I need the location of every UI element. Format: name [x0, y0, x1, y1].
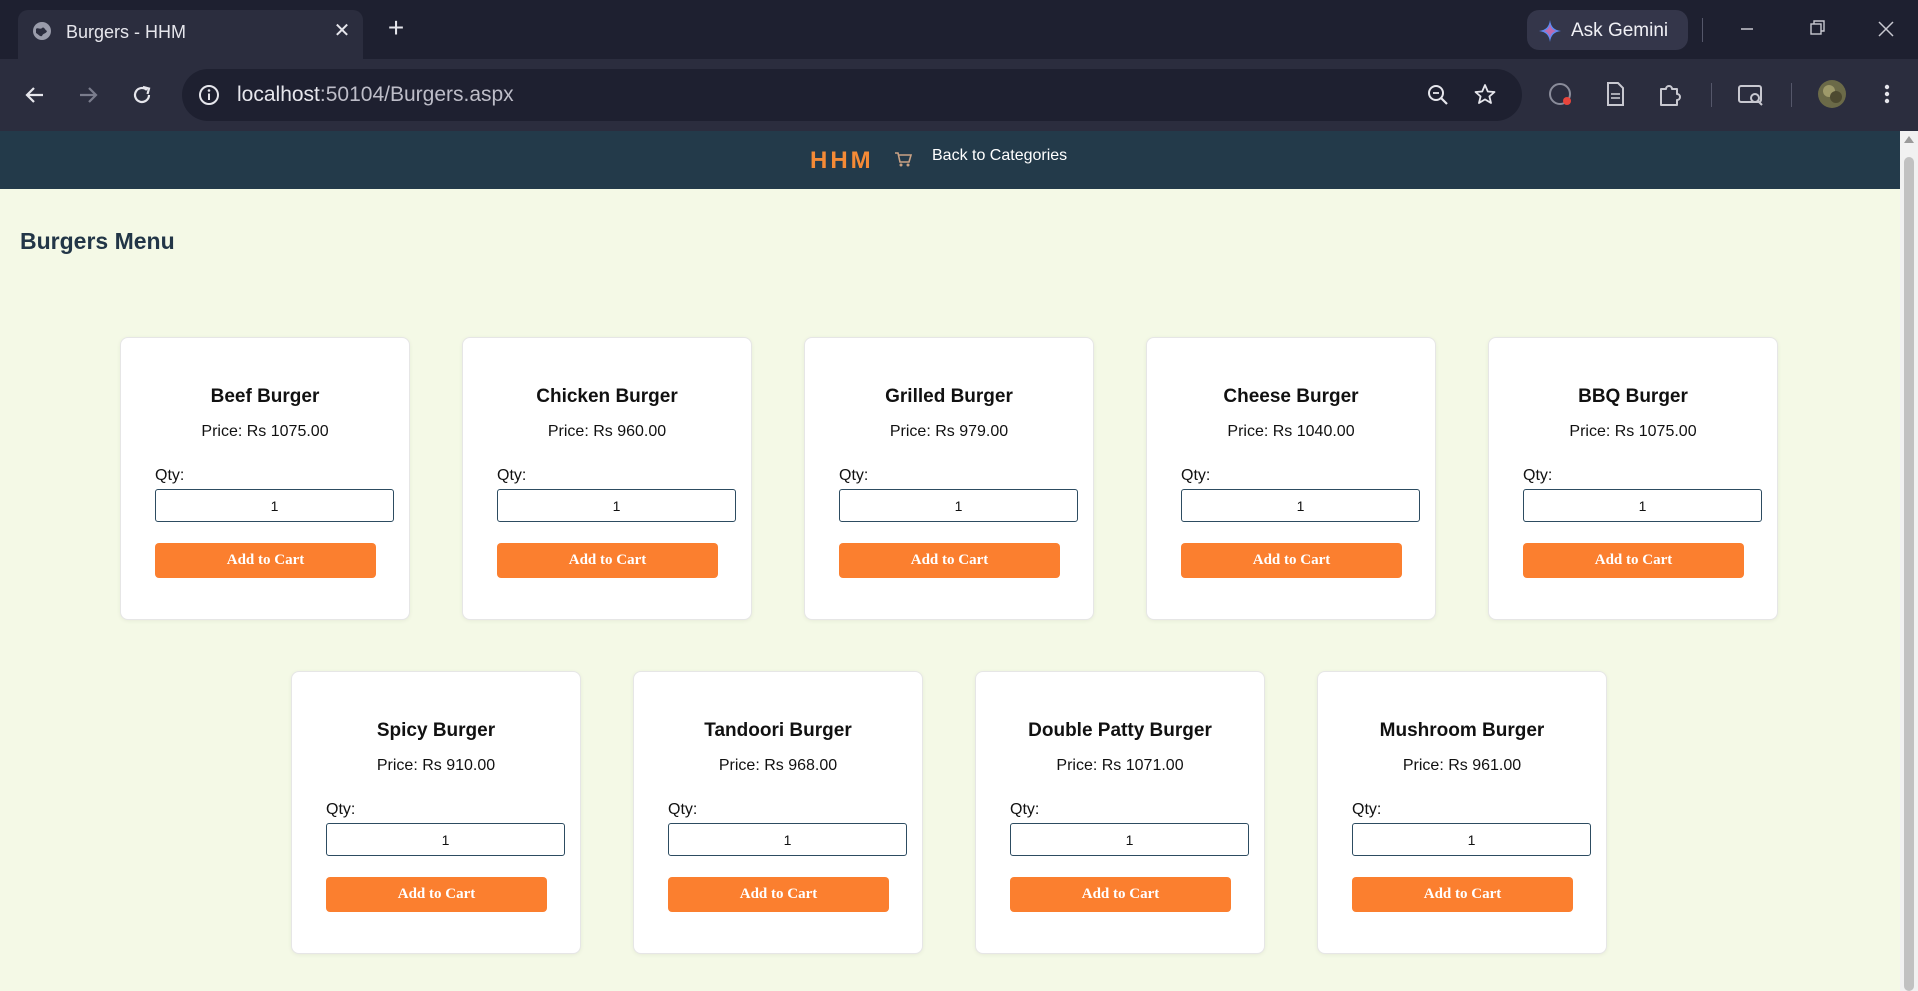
menu-card: Double Patty Burger Price: Rs 1071.00 Qty:…: [975, 671, 1265, 954]
item-price: Price: Rs 1075.00: [201, 423, 329, 440]
zoom-icon[interactable]: [1424, 81, 1452, 109]
item-name: Tandoori Burger: [704, 720, 852, 741]
close-window-icon[interactable]: [1866, 12, 1906, 46]
extensions-puzzle-icon[interactable]: [1653, 77, 1687, 111]
item-name: Cheese Burger: [1223, 386, 1359, 407]
qty-input[interactable]: [155, 489, 394, 522]
qty-input[interactable]: [668, 823, 907, 856]
profile-avatar-icon[interactable]: [1815, 77, 1849, 111]
ask-gemini-button[interactable]: Ask Gemini: [1527, 10, 1688, 50]
url-host: localhost: [237, 83, 320, 106]
tab-close-icon[interactable]: ✕: [329, 18, 355, 44]
qty-input[interactable]: [1352, 823, 1591, 856]
menu-card: Chicken Burger Price: Rs 960.00 Qty: Add to…: [462, 337, 752, 620]
more-menu-icon[interactable]: [1870, 77, 1904, 111]
menu-card: BBQ Burger Price: Rs 1075.00 Qty: Add to Ca…: [1488, 337, 1778, 620]
add-to-cart-button[interactable]: Add to Cart: [326, 877, 547, 912]
qty-label: Qty:: [1523, 467, 1553, 484]
brand-logo[interactable]: HHM: [810, 147, 874, 175]
url-text[interactable]: localhost:50104/Burgers.aspx: [237, 83, 514, 107]
item-price: Price: Rs 968.00: [718, 757, 838, 774]
qty-label: Qty:: [1010, 801, 1040, 818]
back-to-categories-link[interactable]: Back to Categories: [932, 146, 1067, 166]
item-price: Price: Rs 979.00: [889, 423, 1009, 440]
item-price: Price: Rs 961.00: [1402, 757, 1522, 774]
add-to-cart-button[interactable]: Add to Cart: [1010, 877, 1231, 912]
qty-label: Qty:: [1181, 467, 1211, 484]
add-to-cart-button[interactable]: Add to Cart: [1181, 543, 1402, 578]
item-price: Price: Rs 1071.00: [1056, 757, 1184, 774]
item-name: Grilled Burger: [885, 386, 1013, 407]
qty-input[interactable]: [497, 489, 736, 522]
item-name: Beef Burger: [210, 386, 320, 407]
toolbar-divider: [1711, 83, 1712, 107]
item-name: Chicken Burger: [536, 386, 678, 407]
add-to-cart-button[interactable]: Add to Cart: [668, 877, 889, 912]
site-navbar: HHM Back to Categories: [0, 131, 1900, 189]
browser-toolbar: localhost:50104/Burgers.aspx: [0, 59, 1918, 131]
scroll-thumb[interactable]: [1904, 157, 1914, 991]
qty-label: Qty:: [668, 801, 698, 818]
tabstrip-divider: [1702, 18, 1703, 42]
toolbar-divider: [1791, 83, 1792, 107]
add-to-cart-button[interactable]: Add to Cart: [497, 543, 718, 578]
restore-icon[interactable]: [1797, 12, 1837, 46]
address-bar[interactable]: localhost:50104/Burgers.aspx: [182, 69, 1522, 121]
document-icon[interactable]: [1598, 77, 1632, 111]
qty-input[interactable]: [1010, 823, 1249, 856]
bookmark-star-icon[interactable]: [1471, 81, 1499, 109]
item-price: Price: Rs 960.00: [547, 423, 667, 440]
page-title: Burgers Menu: [20, 228, 175, 254]
item-price: Price: Rs 910.00: [376, 757, 496, 774]
gemini-sparkle-icon: [1539, 20, 1561, 42]
menu-card: Mushroom Burger Price: Rs 961.00 Qty: Add t…: [1317, 671, 1607, 954]
add-to-cart-button[interactable]: Add to Cart: [839, 543, 1060, 578]
scrollbar[interactable]: [1900, 131, 1918, 991]
menu-card: Cheese Burger Price: Rs 1040.00 Qty: Add to…: [1146, 337, 1436, 620]
minimize-icon[interactable]: [1727, 12, 1767, 46]
qty-label: Qty:: [1352, 801, 1382, 818]
menu-card: Spicy Burger Price: Rs 910.00 Qty: Add to C…: [291, 671, 581, 954]
reload-icon[interactable]: [123, 76, 161, 114]
qty-input[interactable]: [839, 489, 1078, 522]
globe-icon: [33, 22, 51, 40]
item-name: Double Patty Burger: [1028, 720, 1212, 741]
browser-tabstrip: Burgers - HHM ✕ + Ask Gemini: [0, 0, 1918, 59]
forward-arrow-icon[interactable]: [69, 76, 107, 114]
add-to-cart-button[interactable]: Add to Cart: [1352, 877, 1573, 912]
qty-label: Qty:: [326, 801, 356, 818]
tab-title: Burgers - HHM: [66, 22, 187, 42]
item-price: Price: Rs 1040.00: [1227, 423, 1355, 440]
menu-card: Beef Burger Price: Rs 1075.00 Qty: Add to C…: [120, 337, 410, 620]
url-path: :50104/Burgers.aspx: [319, 83, 514, 106]
menu-card: Grilled Burger Price: Rs 979.00 Qty: Add to…: [804, 337, 1094, 620]
item-name: BBQ Burger: [1578, 386, 1688, 407]
menu-card: Tandoori Burger Price: Rs 968.00 Qty: Add t…: [633, 671, 923, 954]
qty-label: Qty:: [497, 467, 527, 484]
item-price: Price: Rs 1075.00: [1569, 423, 1697, 440]
item-name: Mushroom Burger: [1379, 720, 1545, 741]
qty-label: Qty:: [839, 467, 869, 484]
back-arrow-icon[interactable]: [16, 76, 54, 114]
search-tabs-icon[interactable]: [1734, 77, 1768, 111]
qty-input[interactable]: [1181, 489, 1420, 522]
ask-gemini-label: Ask Gemini: [1571, 20, 1669, 41]
browser-tab[interactable]: Burgers - HHM ✕: [18, 10, 363, 59]
scroll-up-icon[interactable]: [1904, 136, 1914, 143]
add-to-cart-button[interactable]: Add to Cart: [155, 543, 376, 578]
qty-input[interactable]: [1523, 489, 1762, 522]
cart-icon: [895, 152, 913, 167]
item-name: Spicy Burger: [376, 720, 496, 741]
new-tab-button[interactable]: +: [381, 14, 411, 44]
add-to-cart-button[interactable]: Add to Cart: [1523, 543, 1744, 578]
qty-label: Qty:: [155, 467, 185, 484]
site-info-icon[interactable]: [197, 83, 221, 107]
extension-blocked-icon[interactable]: [1544, 77, 1578, 111]
qty-input[interactable]: [326, 823, 565, 856]
